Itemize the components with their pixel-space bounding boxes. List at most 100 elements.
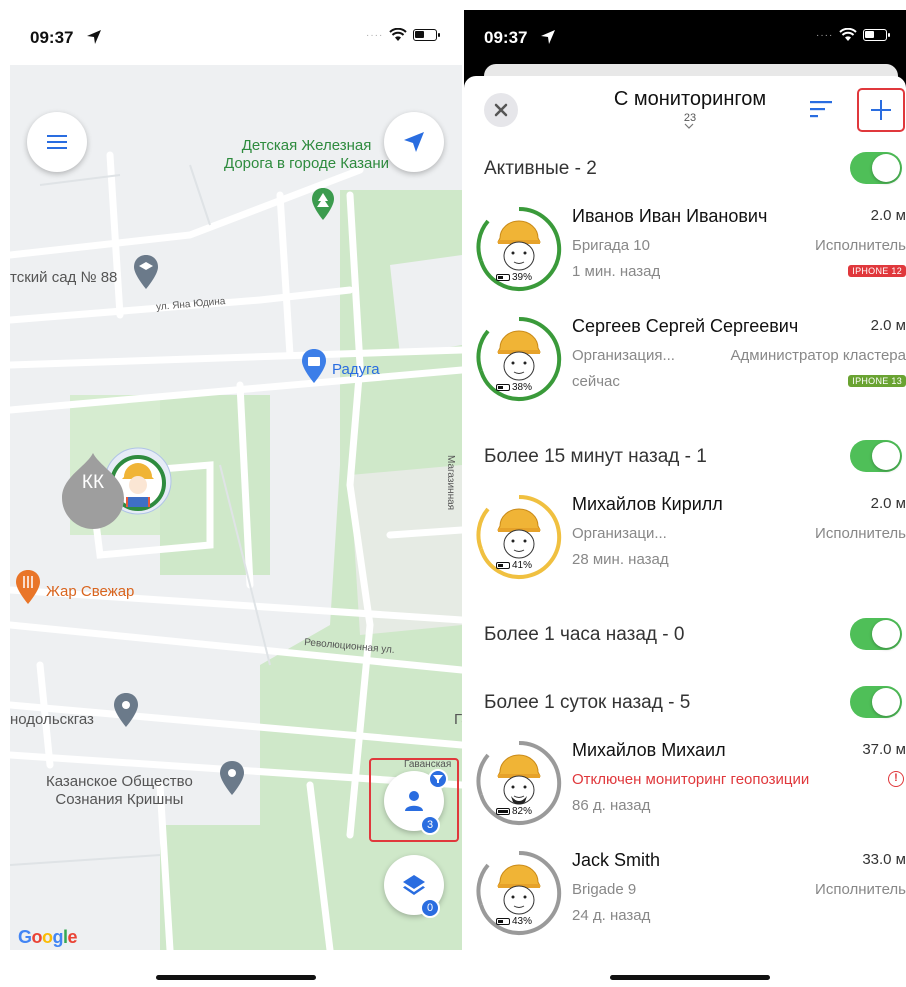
- marker-initials: КК: [81, 472, 105, 493]
- map-label-ga: Га: [454, 711, 462, 728]
- status-time: 09:37: [30, 28, 74, 47]
- battery-text: 39%: [512, 272, 533, 283]
- chevron-down-icon: [684, 123, 694, 129]
- map-view[interactable]: Детская Железная Дорога в городе Казани …: [10, 65, 462, 950]
- map-label-gas: нодольскгаз: [10, 711, 94, 728]
- menu-icon: [47, 135, 67, 149]
- locate-button[interactable]: [384, 112, 444, 172]
- device-tag: IPHONE 13: [848, 375, 906, 387]
- battery-icon: [496, 384, 510, 391]
- list-item[interactable]: 82% Михайлов Михаил 37.0 м Отключен мони…: [464, 740, 906, 840]
- home-indicator: [610, 975, 770, 980]
- person-name: Иванов Иван Иванович: [572, 206, 768, 226]
- person-role: Исполнитель: [815, 881, 906, 898]
- battery-text: 43%: [512, 916, 533, 927]
- list-item[interactable]: 41% Михайлов Кирилл 2.0 м Организаци... …: [464, 494, 906, 594]
- battery-icon: [496, 808, 510, 815]
- place-pin-icon: [114, 693, 138, 727]
- location-arrow-icon: [87, 30, 101, 44]
- device-tag: IPHONE 12: [848, 265, 906, 277]
- map-label-raduga: Радуга: [332, 361, 380, 378]
- toggle-1day[interactable]: [850, 686, 902, 718]
- group-header-1day: Более 1 суток назад - 5: [484, 692, 691, 713]
- wifi-icon: [389, 28, 408, 41]
- map-label-zhar: Жар Свежар: [46, 583, 135, 600]
- layers-icon: [403, 875, 425, 895]
- person-icon: [405, 791, 423, 811]
- battery-level: 41%: [496, 560, 532, 571]
- battery-level: 43%: [496, 916, 532, 927]
- battery-text: 38%: [512, 382, 533, 393]
- filter-badge: [428, 769, 448, 789]
- person-name: Михайлов Михаил: [572, 740, 726, 760]
- filter-icon: [433, 775, 443, 783]
- menu-button[interactable]: [27, 112, 87, 172]
- battery-level: 39%: [496, 272, 532, 283]
- list-item[interactable]: 39% Иванов Иван Иванович 2.0 м Бригада 1…: [464, 206, 906, 306]
- group-header-active: Активные - 2: [484, 158, 597, 179]
- status-bar: 09:37 ····: [464, 10, 906, 65]
- battery-icon: [496, 918, 510, 925]
- person-distance: 37.0 м: [862, 741, 906, 758]
- toggle-15min[interactable]: [850, 440, 902, 472]
- map-label-kindergarten: тский сад № 88: [10, 269, 118, 286]
- location-arrow-icon: [541, 30, 555, 44]
- restaurant-pin-icon: [16, 570, 40, 604]
- street-label-magazin: Магазинная: [445, 455, 456, 511]
- toggle-1hour[interactable]: [850, 618, 902, 650]
- battery-text: 82%: [512, 806, 533, 817]
- person-time: 24 д. назад: [572, 907, 651, 924]
- battery-level: 82%: [496, 806, 532, 817]
- map-screen: 09:37 ···· Детская Железная Дорога в гор…: [10, 10, 462, 987]
- signal-icon: ····: [366, 29, 384, 41]
- status-time: 09:37: [484, 28, 528, 47]
- list-item[interactable]: 43% Jack Smith 33.0 м Brigade 9 Исполнит…: [464, 850, 906, 950]
- battery-icon: [496, 274, 510, 281]
- monitoring-sheet: С мониторингом 23 Активные - 2 Более 15 …: [464, 76, 906, 987]
- battery-level: 38%: [496, 382, 532, 393]
- person-name: Jack Smith: [572, 850, 661, 870]
- google-logo: Google: [18, 927, 78, 947]
- sort-icon: [810, 101, 832, 118]
- person-time: сейчас: [572, 373, 620, 390]
- battery-icon: [413, 29, 441, 41]
- navigation-arrow-icon: [404, 132, 424, 152]
- map-label-krishna-text: Казанское Общество Сознания Кришны: [46, 773, 193, 808]
- person-org: Организаци...: [572, 525, 667, 542]
- person-time: 28 мин. назад: [572, 551, 669, 568]
- list-item[interactable]: 38% Сергеев Сергей Сергеевич 2.0 м Орган…: [464, 316, 906, 416]
- person-name: Михайлов Кирилл: [572, 494, 723, 514]
- shop-pin-icon: [302, 349, 326, 383]
- person-org: Brigade 9: [572, 881, 637, 898]
- toggle-active[interactable]: [850, 152, 902, 184]
- home-indicator: [156, 975, 316, 980]
- place-pin-icon: [220, 761, 244, 795]
- person-role: Исполнитель: [815, 237, 906, 254]
- add-button[interactable]: [857, 88, 905, 132]
- wifi-icon: [839, 28, 858, 41]
- signal-icon: ····: [816, 29, 834, 41]
- warning-icon[interactable]: !: [888, 771, 904, 787]
- person-role: Исполнитель: [815, 525, 906, 542]
- sheet-title[interactable]: С мониторингом: [464, 88, 906, 111]
- battery-icon: [496, 562, 510, 569]
- school-pin-icon: [134, 255, 158, 289]
- person-distance: 33.0 м: [862, 851, 906, 868]
- map-label-krishna: Казанское Общество Сознания Кришны: [46, 773, 193, 809]
- person-distance: 2.0 м: [870, 207, 906, 224]
- person-time: 86 д. назад: [572, 797, 651, 814]
- group-header-15min: Более 15 минут назад - 1: [484, 446, 707, 467]
- map-label-railway-text: Детская Железная Дорога в городе Казани: [224, 137, 390, 172]
- plus-icon: [871, 100, 891, 120]
- map-label-railway: Детская Железная Дорога в городе Казани: [224, 137, 389, 173]
- group-header-1hour: Более 1 часа назад - 0: [484, 624, 685, 645]
- person-org: Организация...: [572, 347, 675, 364]
- monitoring-screen: 09:37 ···· С мониторингом 23 Активные - …: [464, 10, 906, 987]
- status-icons: ····: [816, 28, 891, 42]
- layers-count-badge: 0: [420, 898, 440, 918]
- person-role: Администратор кластера: [730, 347, 906, 364]
- monitoring-warning: Отключен мониторинг геопозиции: [572, 771, 810, 788]
- sort-button[interactable]: [808, 96, 834, 122]
- person-distance: 2.0 м: [870, 495, 906, 512]
- battery-icon: [863, 29, 891, 41]
